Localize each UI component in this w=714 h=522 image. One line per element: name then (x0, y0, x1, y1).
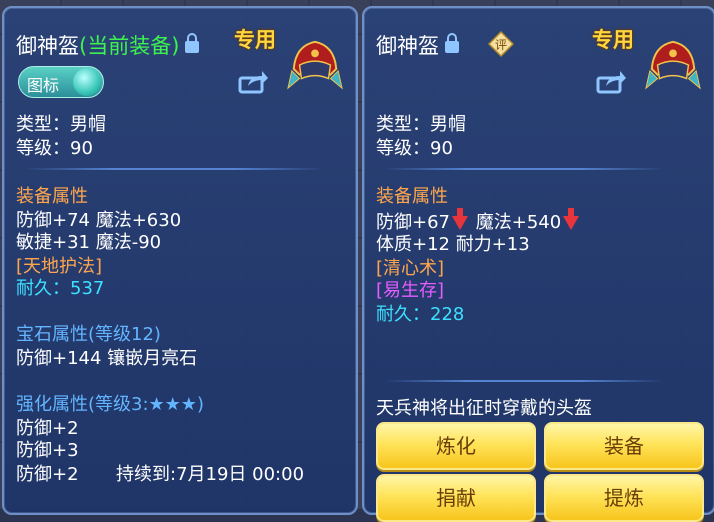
attr-line: 体质+12 耐力+13 (376, 234, 530, 255)
share-icon[interactable] (238, 70, 268, 94)
toggle-knob (73, 68, 101, 96)
lock-icon[interactable] (185, 33, 200, 53)
extract-button[interactable]: 提炼 (544, 474, 704, 522)
skill-tag: [清心术] (376, 258, 445, 279)
evaluate-icon[interactable]: 评 (488, 31, 514, 57)
divider (384, 380, 664, 382)
durability: 耐久：537 (16, 278, 105, 299)
gem-header-label: 宝石属性 (16, 324, 88, 345)
equipped-tag: (当前装备) (79, 34, 180, 58)
item-name: 御神盔 (16, 34, 79, 58)
skill-tag: [天地护法] (16, 256, 103, 277)
enhance-duration: 持续到:7月19日 00:00 (116, 464, 305, 485)
enhance-header-label: 强化属性 (16, 394, 88, 415)
divider (384, 168, 664, 170)
durability: 耐久：228 (376, 304, 465, 325)
level-line: 等级：90 (376, 138, 453, 159)
toggle-label: 图标 (27, 76, 60, 95)
attr-defense: 防御+67 (376, 212, 450, 233)
arrow-down-icon (563, 208, 580, 230)
compare-item-panel: 御神盔 评 专用 类型：男帽 等级：90 装备属性 防御+67 魔法+540 体… (362, 6, 714, 522)
equip-button[interactable]: 装备 (544, 422, 704, 470)
helmet-icon (287, 40, 343, 90)
donate-button[interactable]: 捐献 (376, 474, 536, 522)
special-label: 专用 (234, 28, 276, 52)
enhance-line: 防御+2 (16, 418, 79, 439)
type-line: 类型：男帽 (16, 114, 106, 135)
refine-button[interactable]: 炼化 (376, 422, 536, 470)
arrow-down-icon (452, 208, 468, 230)
attr-header: 装备属性 (376, 186, 448, 207)
skill-tag: [易生存] (376, 280, 445, 301)
enhance-level: (等级3:★★★) (88, 394, 204, 415)
item-title: 御神盔 (376, 30, 459, 60)
enhance-line: 防御+3 (16, 440, 79, 461)
item-description: 天兵神将出征时穿戴的头盔 (376, 398, 592, 419)
special-label: 专用 (592, 28, 634, 52)
gem-header: 宝石属性(等级12) (16, 324, 161, 346)
current-equipment-panel: 御神盔(当前装备) 专用 图标 类型：男帽 等级：90 装备属性 防御+74 魔… (2, 6, 358, 515)
item-title: 御神盔(当前装备) (16, 30, 200, 60)
gem-line: 防御+144 镶嵌月亮石 (16, 348, 198, 369)
share-icon[interactable] (596, 70, 626, 94)
divider (24, 168, 324, 170)
attr-line: 防御+74 魔法+630 (16, 210, 182, 231)
attr-magic: 魔法+540 (475, 212, 562, 233)
attr-line: 防御+67 魔法+540 (376, 208, 581, 234)
level-line: 等级：90 (16, 138, 93, 159)
attr-header: 装备属性 (16, 186, 88, 207)
svg-text:评: 评 (495, 38, 507, 52)
item-name: 御神盔 (376, 34, 439, 58)
helmet-icon (645, 40, 701, 90)
attr-line: 敏捷+31 魔法-90 (16, 232, 162, 253)
enhance-line: 防御+2 (16, 464, 79, 485)
icon-toggle[interactable]: 图标 (18, 66, 104, 98)
type-line: 类型：男帽 (376, 114, 466, 135)
gem-level: (等级12) (88, 324, 161, 345)
lock-icon[interactable] (445, 33, 459, 53)
enhance-header: 强化属性(等级3:★★★) (16, 394, 204, 416)
